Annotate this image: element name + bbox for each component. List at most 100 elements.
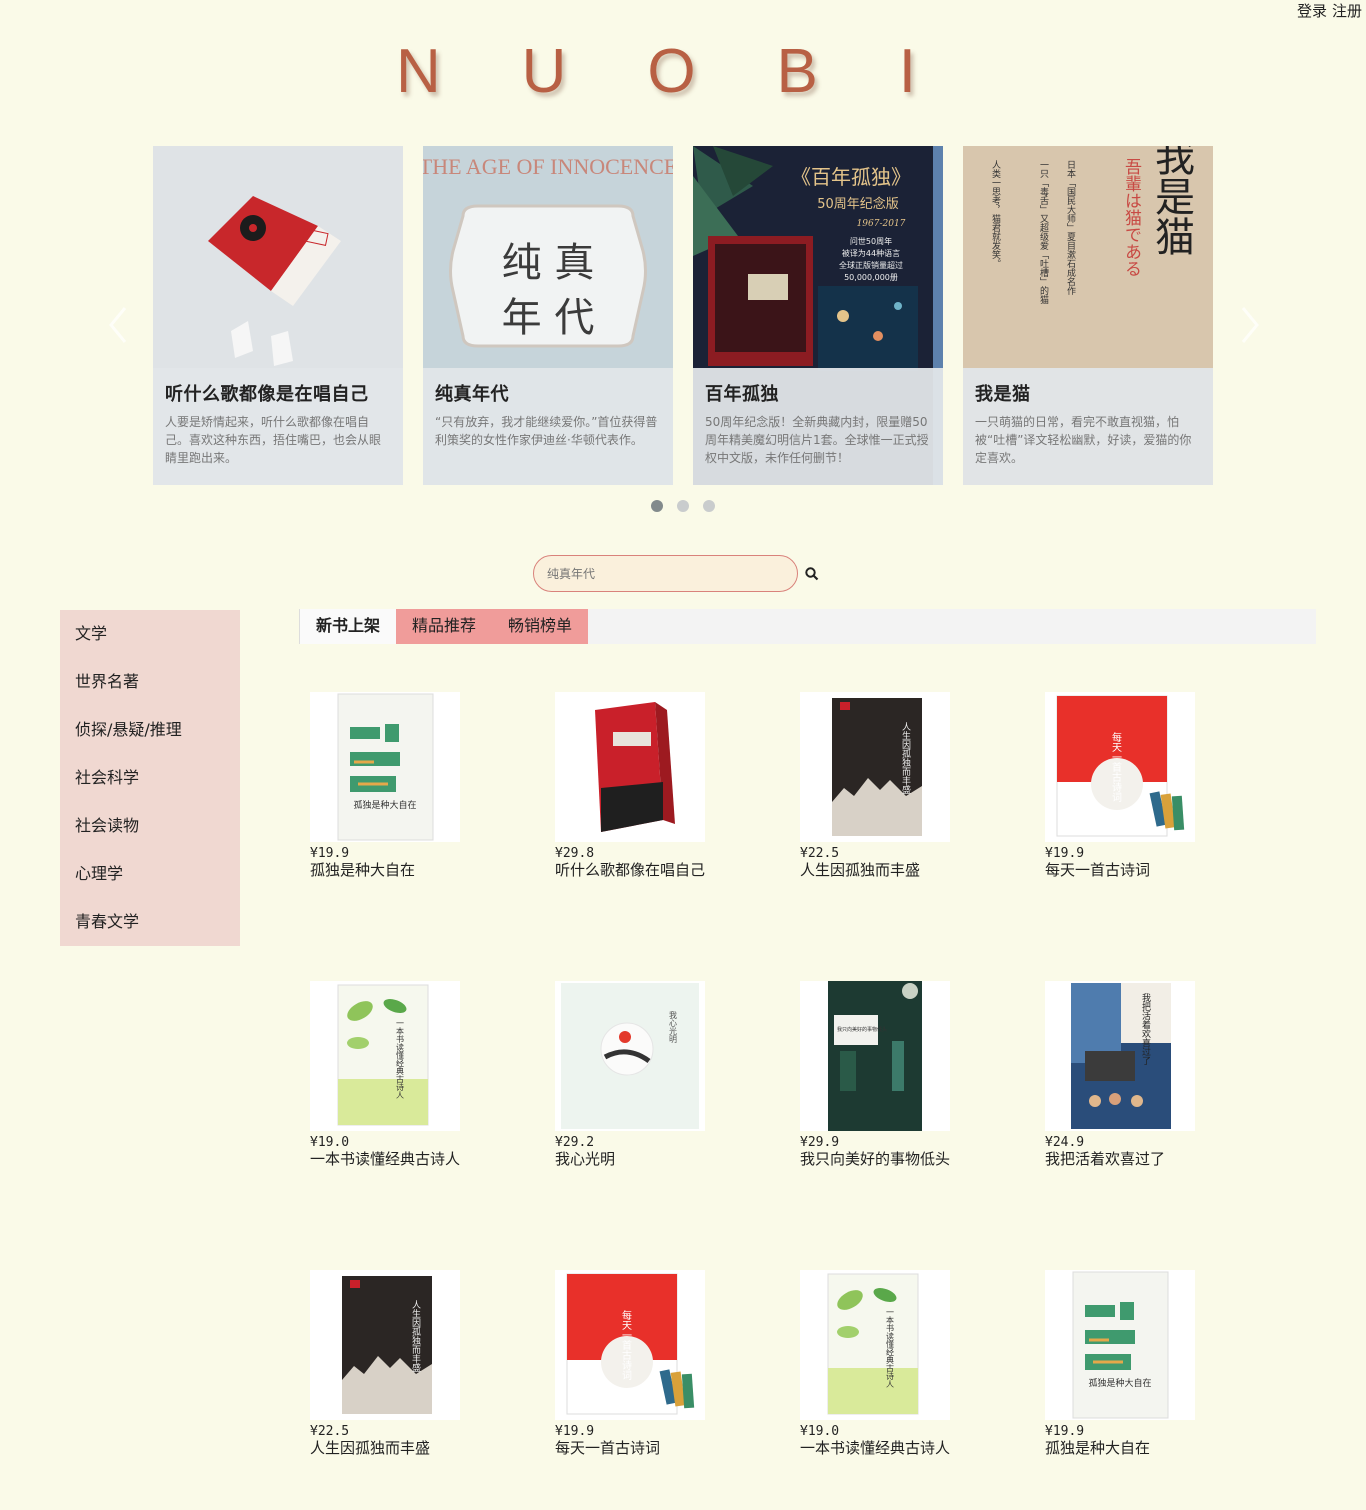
- cover-art: 我把活着欢喜过了: [1045, 981, 1195, 1131]
- slide-caption: 百年孤独 50周年纪念版！全新典藏内封，限量赠50周年精美魔幻明信片1套。全球惟…: [693, 368, 943, 485]
- book-card[interactable]: 我把活着欢喜过了 ¥24.9 我把活着欢喜过了: [1045, 981, 1245, 1169]
- auth-links: 登录 注册: [1292, 0, 1362, 21]
- svg-text:50,000,000册: 50,000,000册: [844, 273, 898, 282]
- slide-title: 百年孤独: [705, 384, 779, 405]
- book-title[interactable]: 听什么歌都像在唱自己: [555, 861, 755, 880]
- book-title[interactable]: 我只向美好的事物低头: [800, 1150, 1000, 1169]
- svg-text:孤独是种大自在: 孤独是种大自在: [353, 799, 416, 811]
- svg-text:我把活着欢喜过了: 我把活着欢喜过了: [1140, 993, 1151, 1065]
- category-link[interactable]: 社会读物: [60, 815, 240, 863]
- carousel-indicators: [651, 500, 715, 512]
- tab-bestsellers[interactable]: 畅销榜单: [492, 609, 589, 644]
- art-heading: THE AGE OF INNOCENCE: [423, 154, 673, 179]
- book-cover[interactable]: 每天一首古诗词: [1045, 692, 1195, 842]
- book-cover[interactable]: 我只向美好的事物低头: [800, 981, 950, 1131]
- book-price: ¥22.5: [310, 1424, 350, 1439]
- carousel-slide[interactable]: 听什么歌都像是在唱自己 人要是矫情起来，听什么歌都像在唱自己。喜欢这种东西，捂住…: [153, 146, 403, 485]
- category-link[interactable]: 侦探/悬疑/推理: [60, 719, 240, 767]
- book-title[interactable]: 一本书读懂经典古诗人: [800, 1439, 1000, 1458]
- book-title[interactable]: 我心光明: [555, 1150, 755, 1169]
- svg-text:一本书读懂经典古诗人: 一本书读懂经典古诗人: [886, 1308, 895, 1388]
- carousel-next-arrow[interactable]: [1235, 300, 1265, 350]
- tab-new-books[interactable]: 新书上架: [299, 609, 397, 644]
- book-card[interactable]: 一本书读懂经典古诗人 ¥19.0 一本书读懂经典古诗人: [800, 1270, 1000, 1458]
- register-link[interactable]: 注册: [1332, 2, 1362, 20]
- svg-text:人生因孤独而丰盛: 人生因孤独而丰盛: [900, 722, 911, 794]
- book-title[interactable]: 每天一首古诗词: [555, 1439, 755, 1458]
- carousel-slide[interactable]: 《百年孤独》 50周年纪念版 1967-2017 问世50周年 被译为44种语言…: [693, 146, 943, 485]
- book-title[interactable]: 每天一首古诗词: [1045, 861, 1245, 880]
- book-card[interactable]: 人生因孤独而丰盛 ¥22.5 人生因孤独而丰盛: [310, 1270, 510, 1458]
- carousel-dot[interactable]: [677, 500, 689, 512]
- book-carousel: 听什么歌都像是在唱自己 人要是矫情起来，听什么歌都像在唱自己。喜欢这种东西，捂住…: [153, 146, 1213, 485]
- carousel-dot[interactable]: [651, 500, 663, 512]
- svg-text:一只「毒舌」又超级爱「吐槽」的猫: 一只「毒舌」又超级爱「吐槽」的猫: [1038, 160, 1049, 305]
- slide-caption: 我是猫 一只萌猫的日常，看完不敢直视猫，怕被“吐槽”译文轻松幽默，好读，爱猫的你…: [963, 368, 1213, 485]
- book-cover[interactable]: 每天一首古诗词: [555, 1270, 705, 1420]
- category-link[interactable]: 心理学: [60, 863, 240, 911]
- svg-text:我是猫: 我是猫: [1148, 146, 1194, 256]
- logo-letter: N: [396, 37, 441, 106]
- book-price: ¥22.5: [800, 846, 840, 861]
- book-title[interactable]: 人生因孤独而丰盛: [800, 861, 1000, 880]
- carousel-slide[interactable]: THE AGE OF INNOCENCE 纯 真 年 代 纯真年代 “只有放弃，…: [423, 146, 673, 485]
- login-link[interactable]: 登录: [1297, 2, 1327, 20]
- search-icon[interactable]: [804, 566, 820, 582]
- book-card[interactable]: 每天一首古诗词 ¥19.9 每天一首古诗词: [1045, 692, 1245, 880]
- book-price: ¥19.9: [310, 846, 350, 861]
- book-title[interactable]: 一本书读懂经典古诗人: [310, 1150, 510, 1169]
- category-link[interactable]: 青春文学: [60, 911, 240, 959]
- book-cover[interactable]: 孤独是种大自在: [1045, 1270, 1195, 1420]
- carousel-prev-arrow[interactable]: [103, 300, 133, 350]
- book-title[interactable]: 人生因孤独而丰盛: [310, 1439, 510, 1458]
- carousel-slide[interactable]: 我是猫 吾輩は猫である 日本「国民大师」夏目漱石成名作 一只「毒舌」又超级爱「吐…: [963, 146, 1213, 485]
- cover-art: 每天一首古诗词: [1045, 692, 1195, 842]
- category-sidebar: 文学 世界名著 侦探/悬疑/推理 社会科学 社会读物 心理学 青春文学: [60, 610, 240, 946]
- slide-description: 50周年纪念版！全新典藏内封，限量赠50周年精美魔幻明信片1套。全球惟一正式授权…: [705, 415, 929, 465]
- book-price: ¥29.8: [555, 846, 595, 861]
- category-link[interactable]: 文学: [60, 623, 240, 671]
- book-price: ¥29.2: [555, 1135, 595, 1150]
- book-tabs: 新书上架 精品推荐 畅销榜单: [299, 609, 1316, 644]
- book-cover[interactable]: 孤独是种大自在: [310, 692, 460, 842]
- book-cover[interactable]: 人生因孤独而丰盛: [800, 692, 950, 842]
- book-price: ¥19.0: [310, 1135, 350, 1150]
- book-card[interactable]: 孤独是种大自在 ¥19.9 孤独是种大自在: [310, 692, 510, 880]
- book-cover[interactable]: 人生因孤独而丰盛: [310, 1270, 460, 1420]
- carousel-dot[interactable]: [703, 500, 715, 512]
- book-cover[interactable]: 我把活着欢喜过了: [1045, 981, 1195, 1131]
- book-title[interactable]: 我把活着欢喜过了: [1045, 1150, 1245, 1169]
- slide-title: 纯真年代: [435, 384, 509, 405]
- book-title[interactable]: 孤独是种大自在: [310, 861, 510, 880]
- book-price: ¥19.9: [1045, 1424, 1085, 1439]
- book-cover[interactable]: 一本书读懂经典古诗人: [310, 981, 460, 1131]
- svg-text:我只向美好的事物低头: 我只向美好的事物低头: [837, 1026, 887, 1033]
- category-link[interactable]: 世界名著: [60, 671, 240, 719]
- slide-caption: 听什么歌都像是在唱自己 人要是矫情起来，听什么歌都像在唱自己。喜欢这种东西，捂住…: [153, 368, 403, 485]
- book-card[interactable]: ¥29.8 听什么歌都像在唱自己: [555, 692, 755, 880]
- tab-recommended[interactable]: 精品推荐: [396, 609, 493, 644]
- slide-description: 一只萌猫的日常，看完不敢直视猫，怕被“吐槽”译文轻松幽默，好读，爱猫的你定喜欢。: [975, 415, 1192, 465]
- book-cover[interactable]: 我心光明: [555, 981, 705, 1131]
- book-cover[interactable]: [555, 692, 705, 842]
- svg-text:全球正版销量超过: 全球正版销量超过: [839, 260, 903, 270]
- slide-title: 听什么歌都像是在唱自己: [165, 384, 369, 405]
- book-card[interactable]: 每天一首古诗词 ¥19.9 每天一首古诗词: [555, 1270, 755, 1458]
- svg-text:吾輩は猫である: 吾輩は猫である: [1121, 158, 1142, 277]
- cover-art: 孤独是种大自在: [310, 692, 460, 842]
- svg-text:每天一首古诗词: 每天一首古诗词: [1110, 731, 1122, 802]
- site-logo[interactable]: N U O B I: [396, 36, 916, 106]
- category-link[interactable]: 社会科学: [60, 767, 240, 815]
- book-title[interactable]: 孤独是种大自在: [1045, 1439, 1245, 1458]
- book-card[interactable]: 我心光明 ¥29.2 我心光明: [555, 981, 755, 1169]
- book-cover[interactable]: 一本书读懂经典古诗人: [800, 1270, 950, 1420]
- search-input[interactable]: [533, 555, 798, 592]
- book-card[interactable]: 一本书读懂经典古诗人 ¥19.0 一本书读懂经典古诗人: [310, 981, 510, 1169]
- book-card[interactable]: 人生因孤独而丰盛 ¥22.5 人生因孤独而丰盛: [800, 692, 1000, 880]
- book-card[interactable]: 我只向美好的事物低头 ¥29.9 我只向美好的事物低头: [800, 981, 1000, 1169]
- cover-art: 人生因孤独而丰盛: [800, 692, 950, 842]
- chevron-right-icon: [1241, 307, 1259, 343]
- book-card[interactable]: 孤独是种大自在 ¥19.9 孤独是种大自在: [1045, 1270, 1245, 1458]
- cover-art: 一本书读懂经典古诗人: [800, 1270, 950, 1420]
- book-price: ¥19.0: [800, 1424, 840, 1439]
